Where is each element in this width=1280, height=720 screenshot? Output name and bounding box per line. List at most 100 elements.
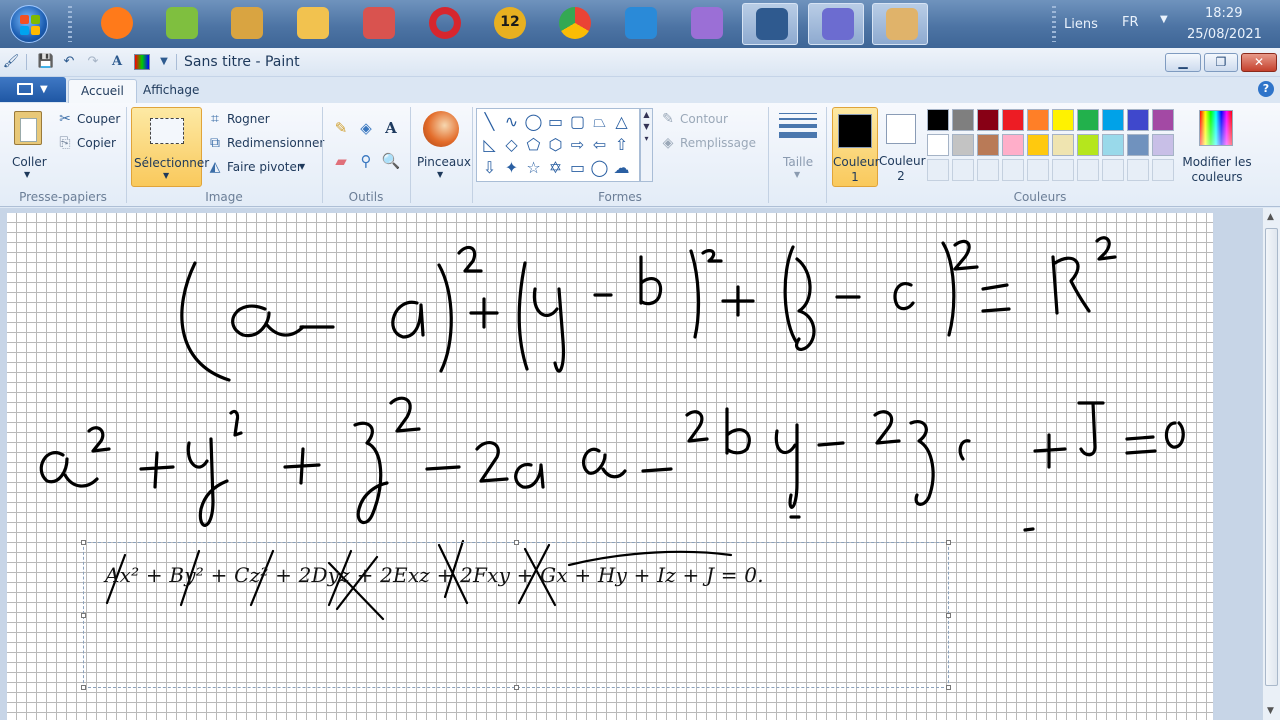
text-icon[interactable]: A (380, 117, 402, 139)
palette-color-swatch[interactable] (952, 109, 974, 131)
outline-icon[interactable]: ✎ (660, 111, 676, 127)
taskbar-grip[interactable] (1052, 6, 1056, 42)
fill-bucket-icon[interactable]: ◈ (355, 117, 377, 139)
oval-callout-shape-icon[interactable]: ◯ (589, 157, 610, 178)
hexagon-shape-icon[interactable]: ⬡ (545, 134, 566, 155)
taskbar-app-internet-explorer[interactable] (612, 3, 668, 45)
resize-handle[interactable] (81, 613, 86, 618)
size-button[interactable]: Taille ▼ (772, 107, 824, 187)
scroll-up-icon[interactable]: ▲ (1267, 212, 1274, 222)
redo-icon[interactable]: ↷ (84, 53, 102, 71)
tab-view[interactable]: Affichage (131, 79, 211, 103)
scroll-thumb[interactable] (1265, 228, 1278, 686)
palette-color-swatch[interactable] (952, 134, 974, 156)
custom-color-slot[interactable] (1027, 159, 1049, 181)
fill-button[interactable]: Remplissage (680, 136, 756, 150)
brushes-button[interactable]: Pinceaux ▼ (414, 107, 471, 187)
palette-color-swatch[interactable] (1152, 109, 1174, 131)
color-picker-icon[interactable] (134, 54, 150, 70)
color1-button[interactable]: Couleur 1 (832, 107, 880, 187)
oval-shape-icon[interactable]: ◯ (523, 111, 544, 132)
line-shape-icon[interactable]: ╲ (479, 111, 500, 132)
custom-color-slot[interactable] (1127, 159, 1149, 181)
copy-button[interactable]: Copier (77, 136, 116, 150)
custom-color-slot[interactable] (1152, 159, 1174, 181)
taskbar-grip[interactable] (68, 6, 72, 42)
fill-icon[interactable]: ◈ (660, 135, 676, 151)
palette-color-swatch[interactable] (1052, 134, 1074, 156)
crop-button[interactable]: Rogner (227, 112, 270, 126)
custom-color-slot[interactable] (1077, 159, 1099, 181)
links-toolbar[interactable]: Liens (1064, 17, 1098, 32)
palette-color-swatch[interactable] (1077, 109, 1099, 131)
save-icon[interactable]: 💾 (37, 53, 55, 71)
rotate-button[interactable]: Faire pivoter (227, 160, 302, 174)
taskbar-app-recorder[interactable] (742, 3, 798, 45)
palette-color-swatch[interactable] (1052, 109, 1074, 131)
six-point-star-shape-icon[interactable]: ✡ (545, 157, 566, 178)
resize-handle[interactable] (81, 540, 86, 545)
curve-shape-icon[interactable]: ∿ (501, 111, 522, 132)
language-indicator[interactable]: FR (1122, 15, 1139, 30)
magnifier-icon[interactable]: 🔍 (380, 150, 402, 172)
eraser-icon[interactable]: ▰ (330, 150, 352, 172)
palette-color-swatch[interactable] (1102, 134, 1124, 156)
polygon-shape-icon[interactable]: ⏢ (589, 111, 610, 132)
vertical-scrollbar[interactable]: ▲ ▼ (1262, 208, 1280, 720)
resize-handle[interactable] (514, 540, 519, 545)
palette-color-swatch[interactable] (1002, 109, 1024, 131)
palette-color-swatch[interactable] (1152, 134, 1174, 156)
palette-color-swatch[interactable] (1127, 109, 1149, 131)
taskbar-app-opera[interactable] (416, 3, 472, 45)
paste-button[interactable]: Coller ▼ (8, 107, 50, 185)
drawing-canvas[interactable]: Ax² + By² + Cz² + 2Dyz + 2Exz + 2Fxy + G… (7, 213, 1213, 720)
custom-color-slot[interactable] (977, 159, 999, 181)
palette-color-swatch[interactable] (977, 134, 999, 156)
shapes-scroll[interactable]: ▲ ▼ ▾ (640, 108, 653, 182)
custom-color-slot[interactable] (927, 159, 949, 181)
palette-color-swatch[interactable] (1027, 109, 1049, 131)
copy-icon[interactable]: ⎘ (57, 135, 73, 151)
help-icon[interactable]: ? (1258, 81, 1274, 97)
up-arrow-shape-icon[interactable]: ⇧ (611, 134, 632, 155)
scroll-down-icon[interactable]: ▼ (1267, 706, 1274, 716)
left-arrow-shape-icon[interactable]: ⇦ (589, 134, 610, 155)
text-tool-icon[interactable]: A (108, 53, 126, 71)
file-menu-button[interactable]: ▼ (0, 77, 66, 102)
select-button[interactable]: Sélectionner ▼ (131, 107, 209, 187)
triangle-shape-icon[interactable]: △ (611, 111, 632, 132)
rectangle-shape-icon[interactable]: ▭ (545, 111, 566, 132)
right-arrow-shape-icon[interactable]: ⇨ (567, 134, 588, 155)
taskbar-app-chrome[interactable] (546, 3, 602, 45)
resize-handle[interactable] (946, 685, 951, 690)
palette-color-swatch[interactable] (977, 109, 999, 131)
right-triangle-shape-icon[interactable]: ◺ (479, 134, 500, 155)
palette-color-swatch[interactable] (927, 109, 949, 131)
tab-home[interactable]: Accueil (68, 79, 137, 103)
clock-time[interactable]: 18:29 (1205, 6, 1242, 21)
custom-color-slot[interactable] (1102, 159, 1124, 181)
resize-icon[interactable]: ⧉ (207, 135, 223, 151)
crop-icon[interactable]: ⌗ (207, 111, 223, 127)
taskbar-app-calculator[interactable] (153, 3, 209, 45)
scissors-icon[interactable]: ✂ (57, 111, 73, 127)
maximize-button[interactable]: ❐ (1204, 53, 1238, 72)
paint-app-icon[interactable]: 🖌 (2, 53, 20, 71)
rounded-rectangle-shape-icon[interactable]: ▢ (567, 111, 588, 132)
customize-quick-access-icon[interactable]: ▼ (155, 53, 173, 71)
palette-color-swatch[interactable] (1027, 134, 1049, 156)
taskbar-app-folder[interactable] (284, 3, 340, 45)
cloud-callout-shape-icon[interactable]: ☁ (611, 157, 632, 178)
custom-color-slot[interactable] (1002, 159, 1024, 181)
rect-callout-shape-icon[interactable]: ▭ (567, 157, 588, 178)
down-arrow-shape-icon[interactable]: ⇩ (479, 157, 500, 178)
resize-button[interactable]: Redimensionner (227, 136, 324, 150)
chevron-down-icon[interactable]: ▼ (1160, 14, 1168, 25)
color-picker-icon[interactable]: ⚲ (355, 150, 377, 172)
pentagon-shape-icon[interactable]: ⬠ (523, 134, 544, 155)
undo-icon[interactable]: ↶ (60, 53, 78, 71)
minimize-button[interactable]: ▁ (1165, 53, 1201, 72)
palette-color-swatch[interactable] (1077, 134, 1099, 156)
taskbar-app-snipping-tool[interactable] (350, 3, 406, 45)
taskbar-app-video-editor[interactable] (678, 3, 734, 45)
